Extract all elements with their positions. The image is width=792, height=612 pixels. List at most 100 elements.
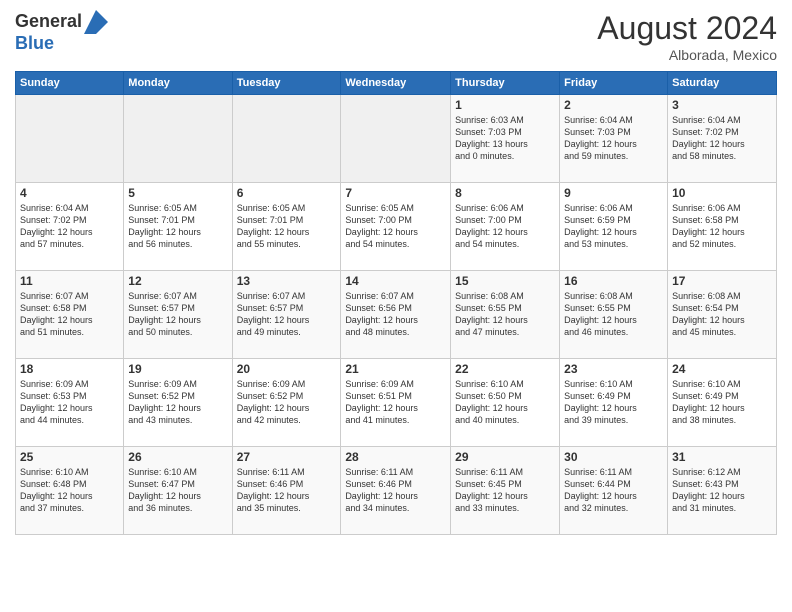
day-info: Sunrise: 6:06 AMSunset: 6:59 PMDaylight:… [564, 202, 663, 251]
day-number: 16 [564, 274, 663, 288]
calendar-cell: 21 Sunrise: 6:09 AMSunset: 6:51 PMDayligh… [341, 359, 451, 447]
day-info: Sunrise: 6:08 AMSunset: 6:55 PMDaylight:… [455, 290, 555, 339]
day-number: 7 [345, 186, 446, 200]
calendar-cell: 9 Sunrise: 6:06 AMSunset: 6:59 PMDaylight… [560, 183, 668, 271]
calendar-week-4: 18 Sunrise: 6:09 AMSunset: 6:53 PMDayligh… [16, 359, 777, 447]
calendar-cell: 20Sunrise: 6:09 AMSunset: 6:52 PMDayligh… [232, 359, 341, 447]
day-info: Sunrise: 6:08 AMSunset: 6:54 PMDaylight:… [672, 290, 772, 339]
logo-general: General [15, 11, 82, 31]
calendar-cell: 14 Sunrise: 6:07 AMSunset: 6:56 PMDayligh… [341, 271, 451, 359]
calendar-cell: 7 Sunrise: 6:05 AMSunset: 7:00 PMDaylight… [341, 183, 451, 271]
day-info: Sunrise: 6:10 AMSunset: 6:49 PMDaylight:… [564, 378, 663, 427]
day-number: 24 [672, 362, 772, 376]
calendar-week-2: 4 Sunrise: 6:04 AMSunset: 7:02 PMDaylight… [16, 183, 777, 271]
day-info: Sunrise: 6:09 AMSunset: 6:52 PMDaylight:… [128, 378, 227, 427]
calendar-header-wednesday: Wednesday [341, 72, 451, 95]
calendar-cell: 16Sunrise: 6:08 AMSunset: 6:55 PMDayligh… [560, 271, 668, 359]
calendar-cell: 22 Sunrise: 6:10 AMSunset: 6:50 PMDayligh… [451, 359, 560, 447]
day-info: Sunrise: 6:09 AMSunset: 6:51 PMDaylight:… [345, 378, 446, 427]
day-info: Sunrise: 6:06 AMSunset: 7:00 PMDaylight:… [455, 202, 555, 251]
day-info: Sunrise: 6:05 AMSunset: 7:00 PMDaylight:… [345, 202, 446, 251]
day-info: Sunrise: 6:11 AMSunset: 6:44 PMDaylight:… [564, 466, 663, 515]
day-number: 30 [564, 450, 663, 464]
calendar-cell: 1 Sunrise: 6:03 AMSunset: 7:03 PMDaylight… [451, 95, 560, 183]
day-number: 14 [345, 274, 446, 288]
day-info: Sunrise: 6:07 AMSunset: 6:56 PMDaylight:… [345, 290, 446, 339]
day-info: Sunrise: 6:10 AMSunset: 6:48 PMDaylight:… [20, 466, 119, 515]
day-info: Sunrise: 6:07 AMSunset: 6:58 PMDaylight:… [20, 290, 119, 339]
calendar-header-friday: Friday [560, 72, 668, 95]
calendar-cell: 8 Sunrise: 6:06 AMSunset: 7:00 PMDaylight… [451, 183, 560, 271]
day-number: 10 [672, 186, 772, 200]
calendar-cell [124, 95, 232, 183]
day-info: Sunrise: 6:04 AMSunset: 7:02 PMDaylight:… [20, 202, 119, 251]
calendar-cell [341, 95, 451, 183]
calendar-header-sunday: Sunday [16, 72, 124, 95]
calendar-cell: 13 Sunrise: 6:07 AMSunset: 6:57 PMDayligh… [232, 271, 341, 359]
day-number: 28 [345, 450, 446, 464]
day-number: 8 [455, 186, 555, 200]
logo: General Blue [15, 10, 108, 54]
calendar-table: SundayMondayTuesdayWednesdayThursdayFrid… [15, 71, 777, 535]
day-info: Sunrise: 6:10 AMSunset: 6:50 PMDaylight:… [455, 378, 555, 427]
day-info: Sunrise: 6:04 AMSunset: 7:03 PMDaylight:… [564, 114, 663, 163]
calendar-cell: 11Sunrise: 6:07 AMSunset: 6:58 PMDayligh… [16, 271, 124, 359]
calendar-cell: 27Sunrise: 6:11 AMSunset: 6:46 PMDayligh… [232, 447, 341, 535]
day-number: 31 [672, 450, 772, 464]
day-number: 4 [20, 186, 119, 200]
day-number: 26 [128, 450, 227, 464]
day-number: 5 [128, 186, 227, 200]
calendar-week-1: 1 Sunrise: 6:03 AMSunset: 7:03 PMDaylight… [16, 95, 777, 183]
logo-icon [84, 10, 108, 34]
day-info: Sunrise: 6:12 AMSunset: 6:43 PMDaylight:… [672, 466, 772, 515]
calendar-header-thursday: Thursday [451, 72, 560, 95]
day-number: 9 [564, 186, 663, 200]
day-number: 2 [564, 98, 663, 112]
day-number: 22 [455, 362, 555, 376]
calendar-cell: 31 Sunrise: 6:12 AMSunset: 6:43 PMDayligh… [668, 447, 777, 535]
calendar-header-tuesday: Tuesday [232, 72, 341, 95]
calendar-cell: 23Sunrise: 6:10 AMSunset: 6:49 PMDayligh… [560, 359, 668, 447]
day-number: 15 [455, 274, 555, 288]
location: Alborada, Mexico [597, 47, 777, 63]
day-number: 20 [237, 362, 337, 376]
day-number: 12 [128, 274, 227, 288]
calendar-cell: 17 Sunrise: 6:08 AMSunset: 6:54 PMDayligh… [668, 271, 777, 359]
month-year: August 2024 [597, 10, 777, 47]
day-info: Sunrise: 6:05 AMSunset: 7:01 PMDaylight:… [237, 202, 337, 251]
calendar-cell: 10 Sunrise: 6:06 AMSunset: 6:58 PMDayligh… [668, 183, 777, 271]
day-info: Sunrise: 6:11 AMSunset: 6:46 PMDaylight:… [345, 466, 446, 515]
day-info: Sunrise: 6:06 AMSunset: 6:58 PMDaylight:… [672, 202, 772, 251]
calendar-cell: 19 Sunrise: 6:09 AMSunset: 6:52 PMDayligh… [124, 359, 232, 447]
calendar-cell: 6Sunrise: 6:05 AMSunset: 7:01 PMDaylight… [232, 183, 341, 271]
day-number: 1 [455, 98, 555, 112]
calendar-cell: 30 Sunrise: 6:11 AMSunset: 6:44 PMDayligh… [560, 447, 668, 535]
day-info: Sunrise: 6:07 AMSunset: 6:57 PMDaylight:… [237, 290, 337, 339]
calendar-cell: 18 Sunrise: 6:09 AMSunset: 6:53 PMDayligh… [16, 359, 124, 447]
calendar-cell: 3Sunrise: 6:04 AMSunset: 7:02 PMDaylight… [668, 95, 777, 183]
day-info: Sunrise: 6:09 AMSunset: 6:53 PMDaylight:… [20, 378, 119, 427]
calendar-cell: 15 Sunrise: 6:08 AMSunset: 6:55 PMDayligh… [451, 271, 560, 359]
day-info: Sunrise: 6:10 AMSunset: 6:49 PMDaylight:… [672, 378, 772, 427]
calendar-header-monday: Monday [124, 72, 232, 95]
day-number: 25 [20, 450, 119, 464]
day-info: Sunrise: 6:10 AMSunset: 6:47 PMDaylight:… [128, 466, 227, 515]
day-number: 29 [455, 450, 555, 464]
day-number: 17 [672, 274, 772, 288]
day-number: 21 [345, 362, 446, 376]
day-info: Sunrise: 6:05 AMSunset: 7:01 PMDaylight:… [128, 202, 227, 251]
calendar-cell: 4 Sunrise: 6:04 AMSunset: 7:02 PMDaylight… [16, 183, 124, 271]
day-number: 18 [20, 362, 119, 376]
day-number: 13 [237, 274, 337, 288]
day-info: Sunrise: 6:03 AMSunset: 7:03 PMDaylight:… [455, 114, 555, 163]
calendar-cell: 2 Sunrise: 6:04 AMSunset: 7:03 PMDaylight… [560, 95, 668, 183]
calendar-week-3: 11Sunrise: 6:07 AMSunset: 6:58 PMDayligh… [16, 271, 777, 359]
calendar-cell: 28 Sunrise: 6:11 AMSunset: 6:46 PMDayligh… [341, 447, 451, 535]
calendar-cell [232, 95, 341, 183]
header: General Blue August 2024 Alborada, Mexic… [15, 10, 777, 63]
day-number: 19 [128, 362, 227, 376]
calendar-cell: 12Sunrise: 6:07 AMSunset: 6:57 PMDayligh… [124, 271, 232, 359]
calendar-cell: 25 Sunrise: 6:10 AMSunset: 6:48 PMDayligh… [16, 447, 124, 535]
calendar-cell: 24 Sunrise: 6:10 AMSunset: 6:49 PMDayligh… [668, 359, 777, 447]
calendar-cell [16, 95, 124, 183]
